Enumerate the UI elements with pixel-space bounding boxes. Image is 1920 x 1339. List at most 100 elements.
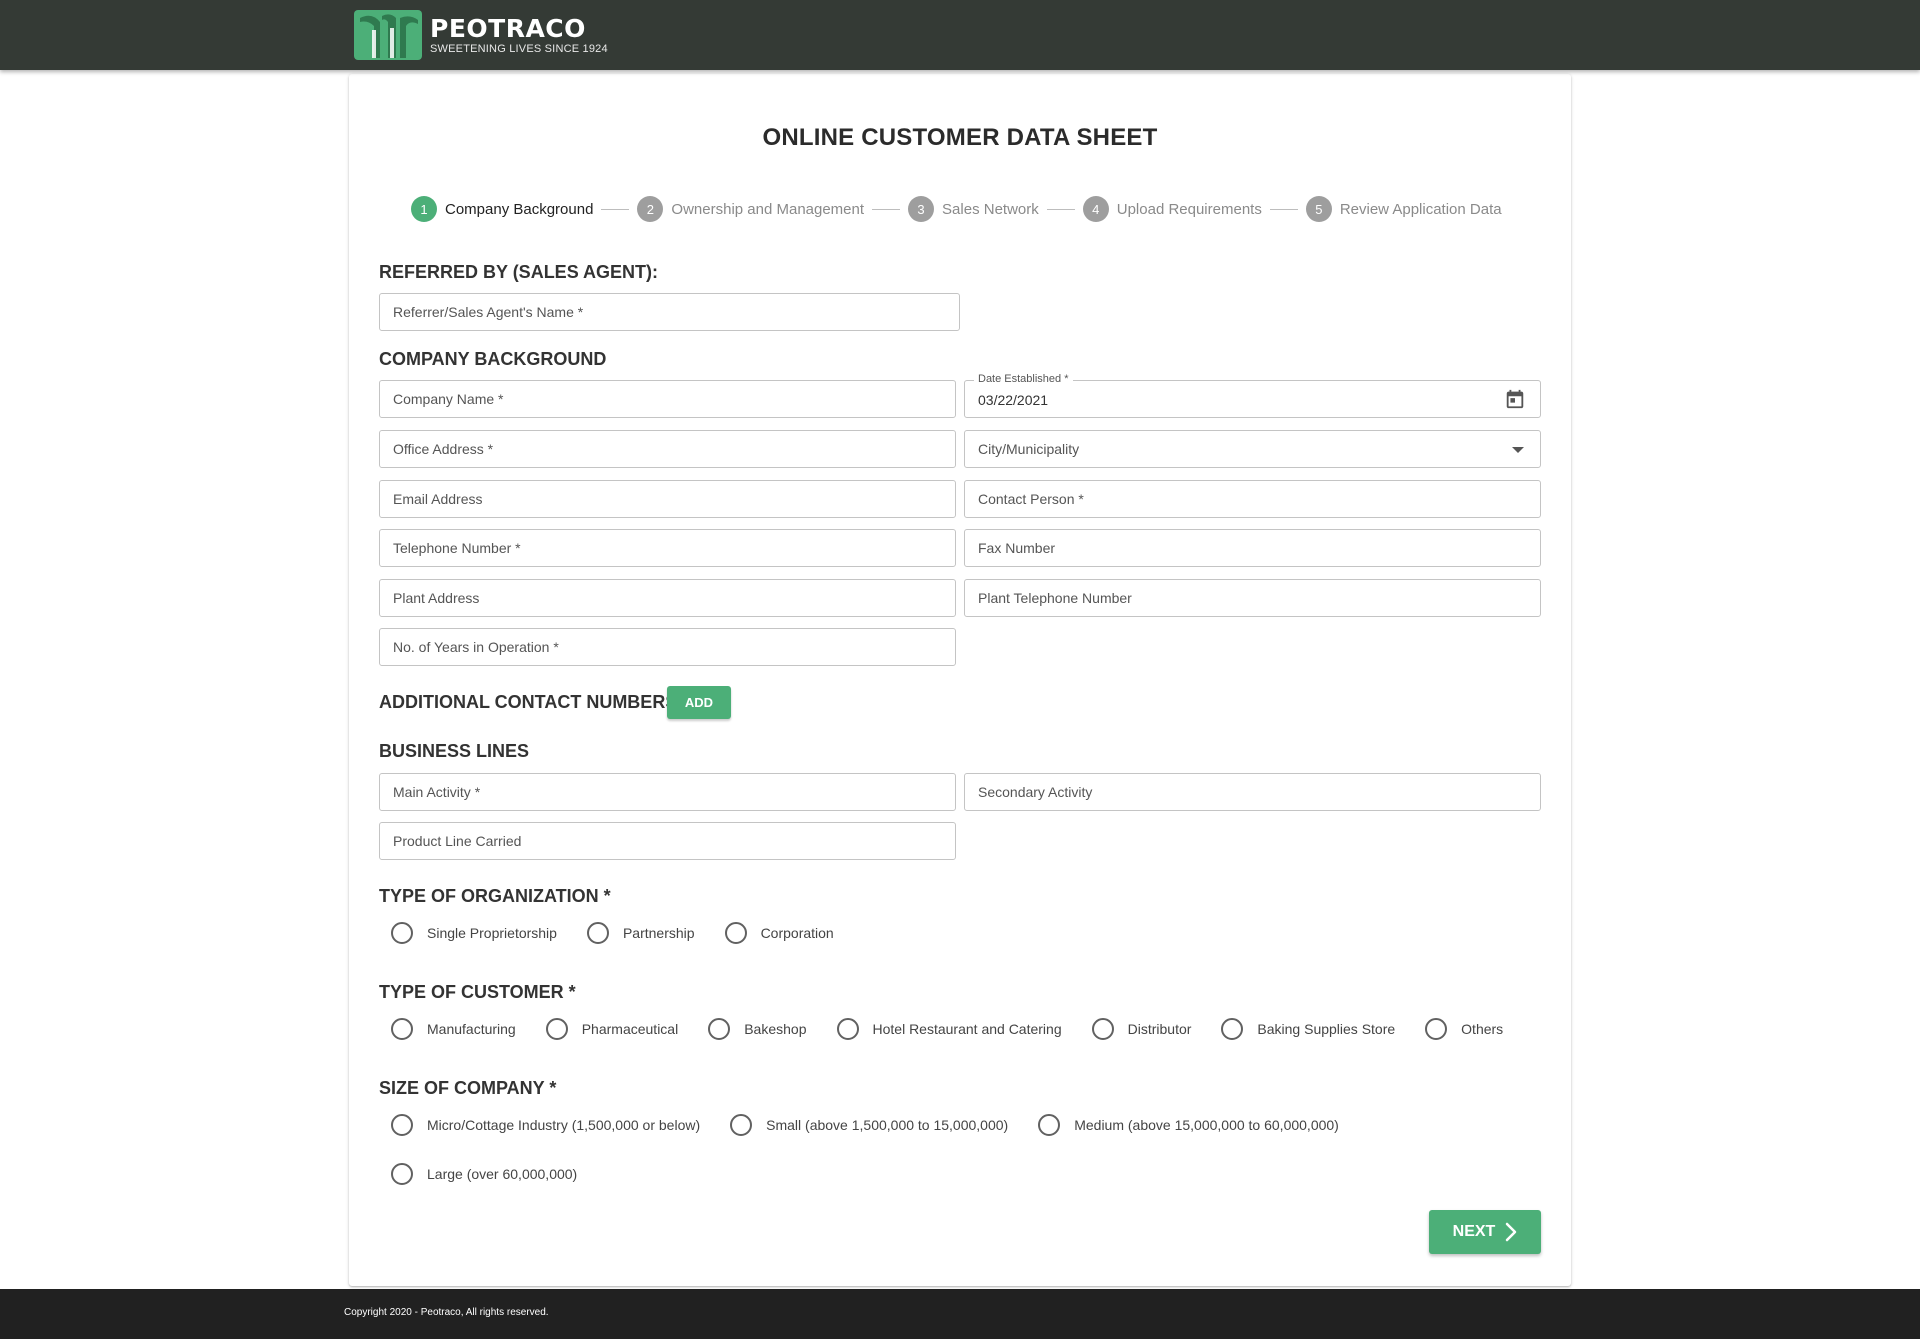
- field-label: Date Established *: [974, 373, 1073, 385]
- radio-button[interactable]: [391, 922, 413, 944]
- email-address-input[interactable]: Email Address: [379, 480, 956, 518]
- field-placeholder: Telephone Number *: [393, 540, 521, 556]
- page-footer: Copyright 2020 - Peotraco, All rights re…: [0, 1289, 1920, 1339]
- city-municipality-select[interactable]: City/Municipality: [964, 430, 1541, 468]
- radio-others[interactable]: Others: [1425, 1018, 1503, 1040]
- step-upload-requirements[interactable]: 4 Upload Requirements: [1082, 196, 1262, 222]
- radio-label: Manufacturing: [427, 1021, 516, 1037]
- step-number: 4: [1082, 196, 1109, 222]
- brand-name: PEOTRACO: [430, 13, 586, 43]
- years-in-operation-input[interactable]: No. of Years in Operation *: [379, 628, 956, 666]
- office-address-input[interactable]: Office Address *: [379, 430, 956, 468]
- radio-label: Others: [1461, 1021, 1504, 1037]
- step-review-application[interactable]: 5 Review Application Data: [1305, 196, 1502, 222]
- brand-tagline: SWEETENING LIVES SINCE 1924: [430, 42, 608, 55]
- organization-type-radio-group: Single Proprietorship Partnership Corpor…: [391, 921, 864, 945]
- customer-type-heading: TYPE OF CUSTOMER *: [379, 982, 576, 1002]
- step-sales-network[interactable]: 3 Sales Network: [908, 196, 1039, 222]
- radio-button[interactable]: [1221, 1018, 1244, 1040]
- step-company-background[interactable]: 1 Company Background: [411, 196, 593, 222]
- radio-label: Corporation: [760, 925, 834, 941]
- field-placeholder: Fax Number: [978, 540, 1056, 556]
- customer-type-radio-group: Manufacturing Pharmaceutical Bakeshop Ho…: [391, 1017, 1533, 1041]
- radio-single-proprietorship[interactable]: Single Proprietorship: [391, 922, 557, 944]
- step-ownership-management[interactable]: 2 Ownership and Management: [637, 196, 864, 222]
- radio-partnership[interactable]: Partnership: [586, 922, 695, 944]
- sugarcane-logo-icon: [354, 10, 422, 60]
- additional-contacts-heading: ADDITIONAL CONTACT NUMBERS: [379, 692, 678, 712]
- radio-button[interactable]: [708, 1018, 731, 1040]
- date-established-input[interactable]: Date Established * 03/22/2021: [964, 373, 1541, 418]
- step-number: 5: [1305, 196, 1332, 222]
- radio-button[interactable]: [1091, 1018, 1114, 1040]
- radio-label: Bakeshop: [744, 1021, 807, 1037]
- radio-button[interactable]: [730, 1114, 753, 1136]
- plant-telephone-input[interactable]: Plant Telephone Number: [964, 579, 1541, 617]
- top-navbar: PEOTRACO SWEETENING LIVES SINCE 1924: [0, 0, 1920, 70]
- telephone-number-input[interactable]: Telephone Number *: [379, 529, 956, 567]
- sales-agent-name-input[interactable]: Referrer/Sales Agent's Name *: [379, 293, 960, 331]
- page-title: ONLINE CUSTOMER DATA SHEET: [762, 124, 1158, 151]
- radio-manufacturing[interactable]: Manufacturing: [391, 1018, 516, 1040]
- field-placeholder: Contact Person *: [978, 491, 1084, 507]
- plant-address-input[interactable]: Plant Address: [379, 579, 956, 617]
- step-number: 2: [637, 196, 664, 222]
- radio-hotel-restaurant-catering[interactable]: Hotel Restaurant and Catering: [836, 1018, 1062, 1040]
- business-lines-heading: BUSINESS LINES: [379, 741, 530, 761]
- radio-button[interactable]: [836, 1018, 859, 1040]
- main-activity-input[interactable]: Main Activity *: [379, 773, 956, 811]
- step-connector: [872, 208, 901, 210]
- radio-pharmaceutical[interactable]: Pharmaceutical: [545, 1018, 679, 1040]
- radio-medium[interactable]: Medium (above 15,000,000 to 60,000,000): [1038, 1114, 1339, 1136]
- brand-logo[interactable]: PEOTRACO SWEETENING LIVES SINCE 1924: [352, 8, 608, 62]
- step-label: Sales Network: [942, 200, 1039, 218]
- step-number: 3: [908, 196, 935, 222]
- field-placeholder: Email Address: [393, 491, 483, 507]
- company-size-heading: SIZE OF COMPANY *: [379, 1078, 557, 1098]
- company-name-input[interactable]: Company Name *: [379, 380, 956, 418]
- company-background-heading: COMPANY BACKGROUND: [379, 349, 607, 369]
- radio-button[interactable]: [391, 1163, 413, 1185]
- step-label: Upload Requirements: [1116, 200, 1262, 218]
- field-placeholder: Company Name *: [393, 391, 504, 407]
- radio-button[interactable]: [1425, 1018, 1448, 1040]
- radio-bakeshop[interactable]: Bakeshop: [708, 1018, 807, 1040]
- contact-person-input[interactable]: Contact Person *: [964, 480, 1541, 518]
- radio-large[interactable]: Large (over 60,000,000): [391, 1163, 577, 1185]
- radio-micro-cottage[interactable]: Micro/Cottage Industry (1,500,000 or bel…: [391, 1114, 700, 1136]
- dropdown-arrow-icon: [1512, 447, 1524, 453]
- radio-label: Partnership: [622, 925, 695, 941]
- radio-label: Large (over 60,000,000): [427, 1166, 578, 1182]
- radio-label: Small (above 1,500,000 to 15,000,000): [766, 1117, 1009, 1133]
- radio-button[interactable]: [724, 922, 747, 944]
- form-stepper: 1 Company Background 2 Ownership and Man…: [411, 196, 1502, 222]
- company-size-radio-group: Micro/Cottage Industry (1,500,000 or bel…: [391, 1113, 1369, 1137]
- fax-number-input[interactable]: Fax Number: [964, 529, 1541, 567]
- product-line-input[interactable]: Product Line Carried: [379, 822, 956, 860]
- radio-baking-supplies-store[interactable]: Baking Supplies Store: [1221, 1018, 1395, 1040]
- next-button-label: NEXT: [1452, 1223, 1496, 1240]
- radio-distributor[interactable]: Distributor: [1091, 1018, 1191, 1040]
- radio-corporation[interactable]: Corporation: [724, 922, 834, 944]
- field-value: 03/22/2021: [978, 392, 1049, 408]
- field-placeholder: Secondary Activity: [978, 784, 1093, 800]
- step-number: 1: [411, 196, 437, 222]
- radio-label: Medium (above 15,000,000 to 60,000,000): [1074, 1117, 1339, 1133]
- radio-label: Micro/Cottage Industry (1,500,000 or bel…: [427, 1117, 701, 1133]
- copyright-text: Copyright 2020 - Peotraco, All rights re…: [344, 1307, 549, 1318]
- radio-small[interactable]: Small (above 1,500,000 to 15,000,000): [730, 1114, 1008, 1136]
- field-placeholder: Product Line Carried: [393, 833, 522, 849]
- radio-button[interactable]: [391, 1114, 413, 1136]
- radio-label: Single Proprietorship: [427, 925, 557, 941]
- calendar-icon[interactable]: [1504, 388, 1526, 410]
- company-size-radio-group-row2: Large (over 60,000,000): [391, 1162, 607, 1186]
- radio-button[interactable]: [586, 922, 609, 944]
- secondary-activity-input[interactable]: Secondary Activity: [964, 773, 1541, 811]
- radio-button[interactable]: [545, 1018, 568, 1040]
- radio-button[interactable]: [1038, 1114, 1061, 1136]
- next-button[interactable]: NEXT: [1429, 1210, 1541, 1254]
- radio-label: Pharmaceutical: [581, 1021, 679, 1037]
- step-connector: [601, 208, 630, 210]
- add-contact-button[interactable]: ADD: [667, 686, 731, 719]
- radio-button[interactable]: [391, 1018, 413, 1040]
